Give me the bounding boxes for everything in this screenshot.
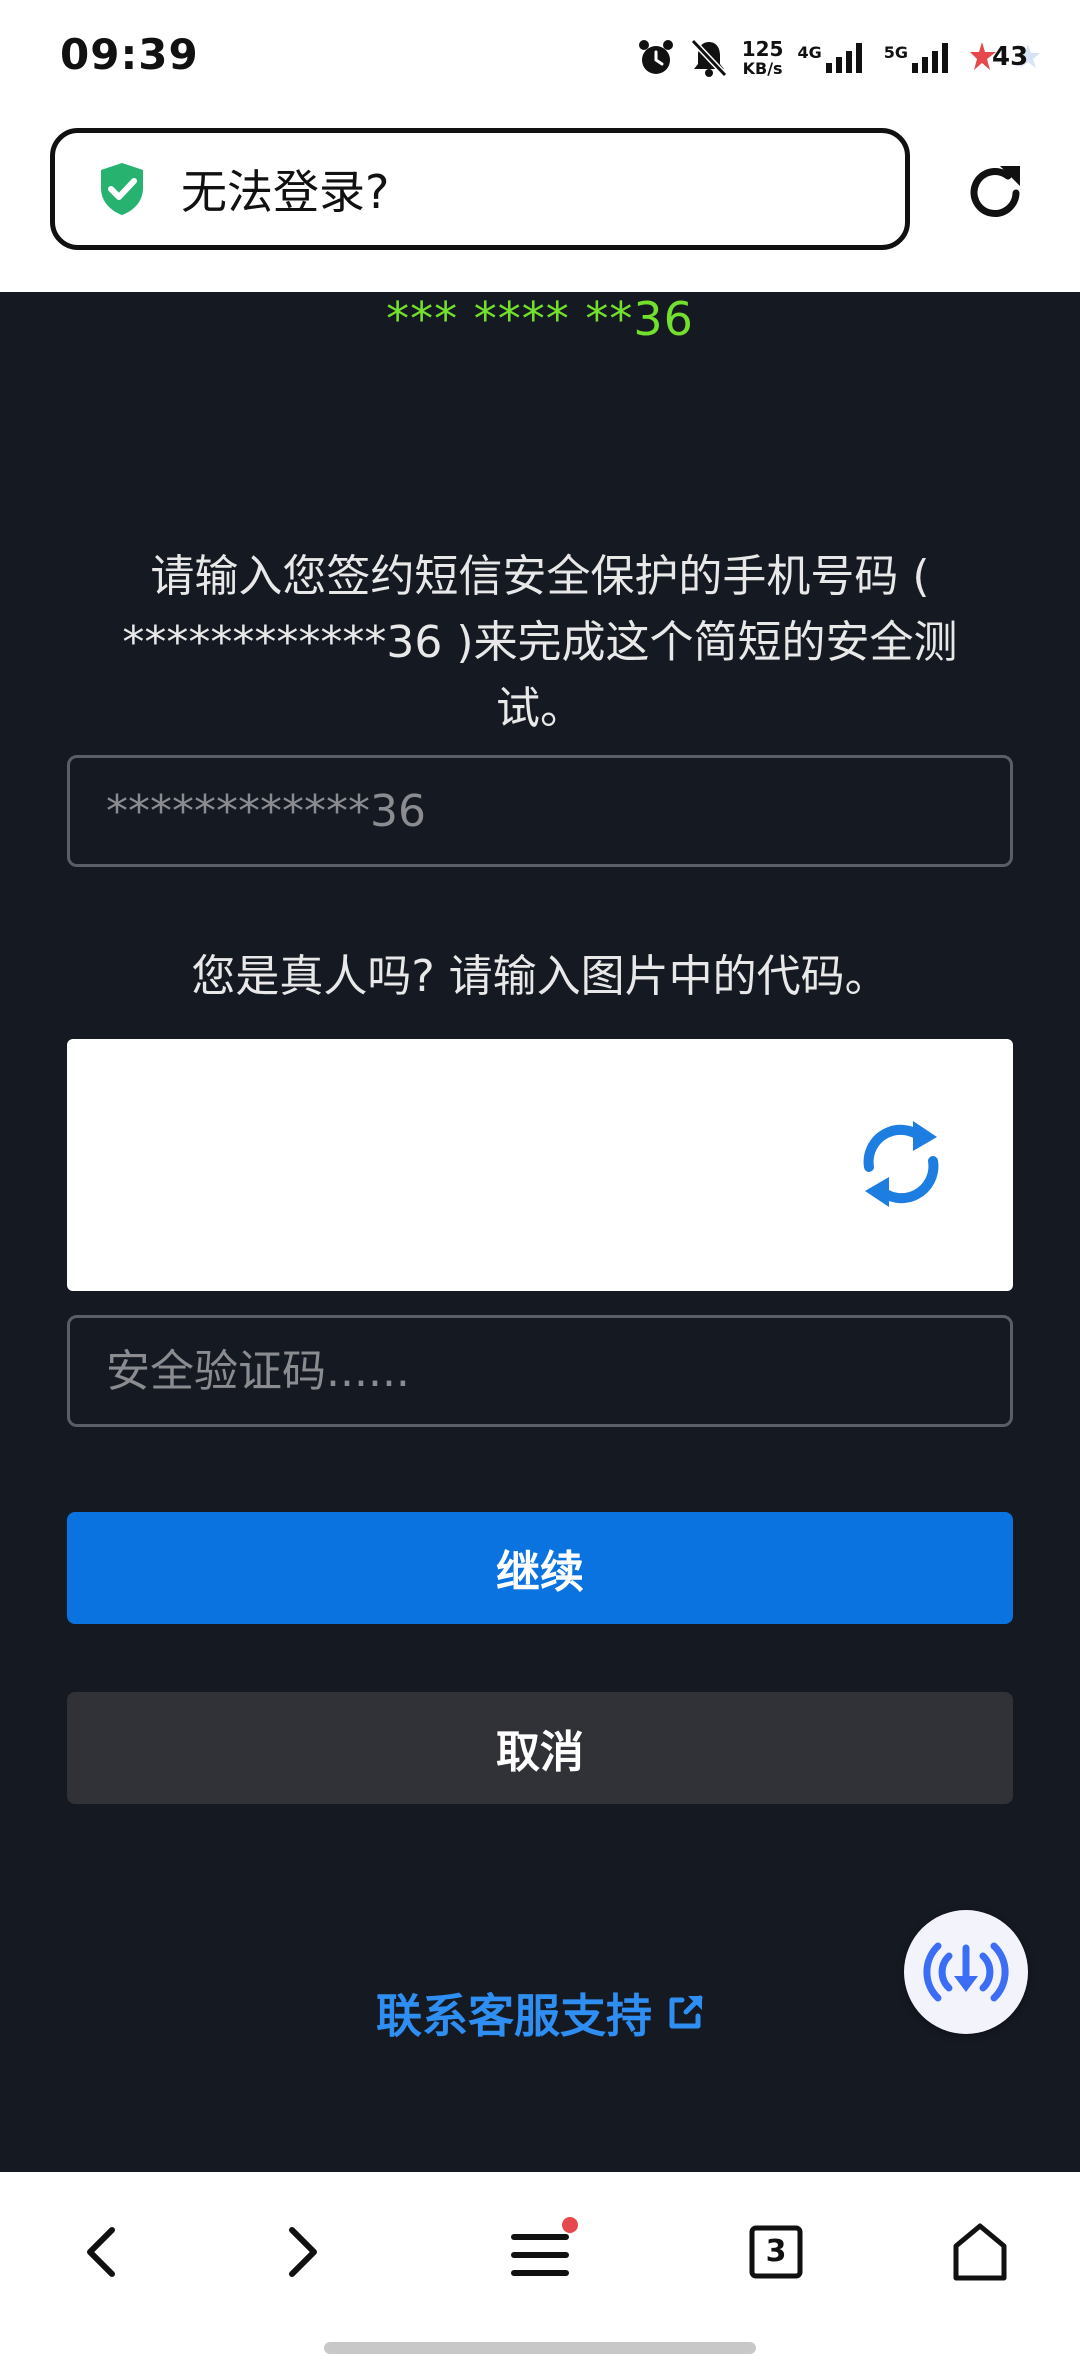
download-broadcast-icon [923, 1942, 1009, 2002]
reload-icon[interactable] [960, 158, 1030, 228]
alarm-icon [636, 38, 676, 78]
captcha-code-input[interactable] [67, 1315, 1013, 1427]
status-time: 09:39 [60, 30, 199, 79]
back-button[interactable] [60, 2212, 140, 2292]
signal-5g: 5G [884, 43, 956, 73]
page-title: 无法登录? [181, 165, 390, 219]
network-speed: 125 KB/s [742, 39, 784, 77]
battery-icon: 43 [970, 38, 1040, 78]
home-button[interactable] [940, 2212, 1020, 2292]
mute-bell-icon [690, 38, 728, 78]
signal-4g-label: 4G [797, 43, 822, 62]
tabs-button[interactable]: 3 [736, 2212, 816, 2292]
browser-toolbar: 无法登录? [0, 120, 1080, 292]
notification-dot [562, 2217, 578, 2233]
status-bar: 09:39 125 KB/s 4G 5G 43 [0, 0, 1080, 120]
captcha-image [67, 1039, 1013, 1291]
net-speed-unit: KB/s [742, 59, 783, 78]
signal-icon [825, 43, 862, 73]
menu-button[interactable] [500, 2212, 580, 2292]
green-shield-check-icon [101, 163, 143, 215]
captcha-label: 您是真人吗? 请输入图片中的代码。 [191, 951, 889, 1002]
support-link-label: 联系客服支持 [376, 1989, 652, 2043]
tabs-icon: 3 [749, 2225, 803, 2279]
back-icon [87, 2227, 115, 2277]
address-bar[interactable]: 无法登录? [50, 128, 910, 250]
page-content: *** **** **36 请输入您签约短信安全保护的手机号码 ( ******… [0, 292, 1080, 2172]
signal-4g: 4G [797, 43, 869, 73]
home-icon [953, 2223, 1007, 2281]
signal-5g-label: 5G [883, 43, 908, 62]
battery-level: 43 [992, 42, 1029, 72]
phone-number-input[interactable] [67, 755, 1013, 867]
forward-button[interactable] [264, 2212, 344, 2292]
refresh-icon[interactable] [853, 1111, 949, 1217]
external-link-icon [669, 1995, 703, 2029]
net-speed-value: 125 [741, 37, 784, 61]
instruction-text: 请输入您签约短信安全保护的手机号码 ( ************36 )来完成这… [122, 551, 958, 734]
tabs-count: 3 [765, 2234, 787, 2269]
masked-phone-number: *** **** **36 [386, 292, 694, 346]
cancel-button[interactable]: 取消 [67, 1692, 1013, 1804]
download-fab[interactable] [904, 1910, 1028, 2034]
forward-icon [289, 2227, 317, 2277]
bottom-navigation: 3 [0, 2172, 1080, 2376]
status-icons: 125 KB/s 4G 5G 43 [636, 34, 1040, 82]
signal-icon [912, 43, 948, 73]
menu-icon [511, 2217, 578, 2276]
gesture-bar[interactable] [324, 2342, 756, 2354]
continue-button[interactable]: 继续 [67, 1512, 1013, 1624]
